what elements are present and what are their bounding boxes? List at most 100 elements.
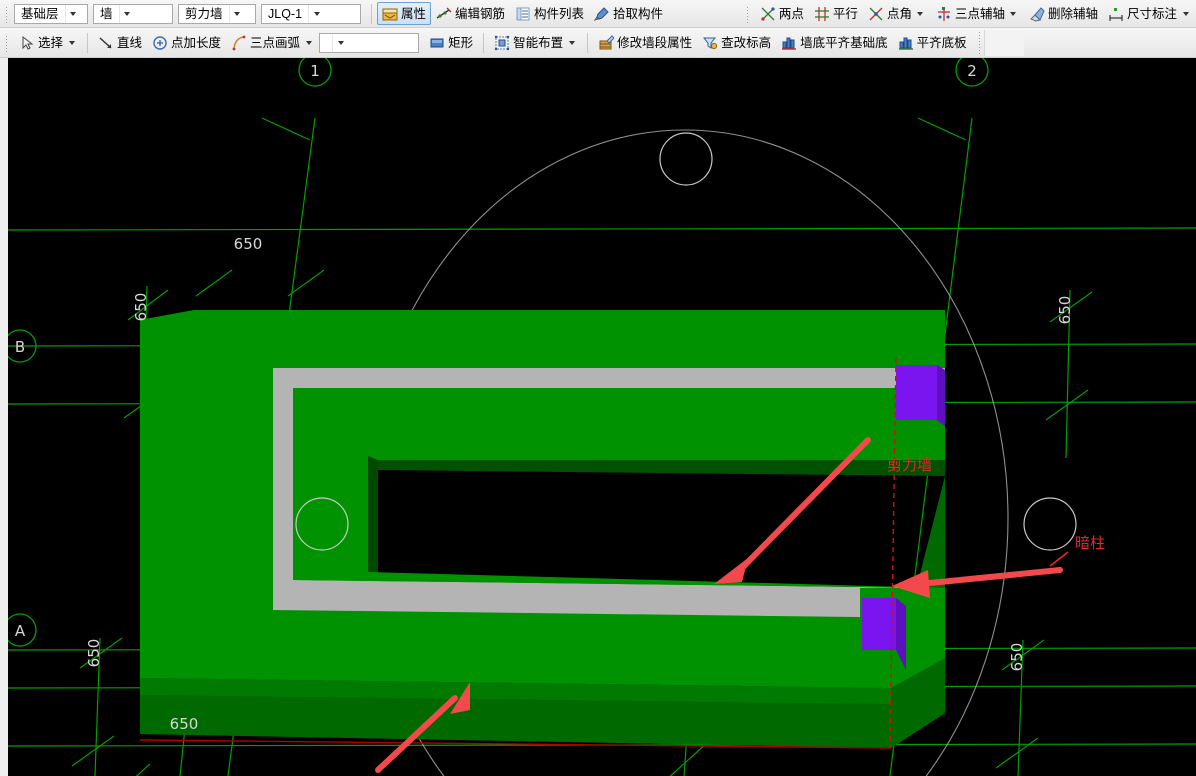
arc-parameter-select[interactable] <box>319 32 420 53</box>
chevron-down-icon[interactable] <box>303 35 314 51</box>
check-elevation-button[interactable]: 查改标高 <box>697 31 776 54</box>
axis-marker-1-label: 1 <box>310 62 320 80</box>
dimension-icon <box>1108 6 1124 22</box>
primary-toolbar: 基础层 墙 剪力墙 JLQ-1 属性 编辑钢筋 构件列表 拾取构件 两点 平行 … <box>0 0 1196 28</box>
check-elevation-label: 查改标高 <box>721 35 772 50</box>
toolbar-divider <box>87 32 89 53</box>
edit-rebar-button[interactable]: 编辑钢筋 <box>431 2 510 25</box>
component-category-select[interactable]: 墙 <box>93 3 173 24</box>
component-type-select[interactable]: 剪力墙 <box>178 3 256 24</box>
toolbar-overflow-grip[interactable] <box>975 31 984 54</box>
wall-base-flush-foundation-button[interactable]: 墙底平齐基础底 <box>776 31 893 54</box>
wall-inner-cavity-side-shade <box>368 456 378 578</box>
parallel-label: 平行 <box>832 6 858 21</box>
add-length-icon <box>152 35 168 51</box>
rebar-icon <box>436 6 452 22</box>
dimension-top-left: 650 <box>234 235 263 253</box>
floor-level-select[interactable]: 基础层 <box>14 3 88 24</box>
two-point-icon <box>760 6 776 22</box>
select-button[interactable]: 选择 <box>14 31 82 54</box>
point-angle-label: 点角 <box>886 6 912 21</box>
annotation-shear-wall: 剪力墙 <box>887 456 932 474</box>
align-slab-icon <box>898 35 914 51</box>
delete-aux-axis-label: 删除辅轴 <box>1047 6 1098 21</box>
properties-button[interactable]: 属性 <box>377 2 432 25</box>
component-list-button[interactable]: 构件列表 <box>510 2 589 25</box>
three-point-arc-label: 三点画弧 <box>250 35 301 50</box>
chevron-down-icon[interactable] <box>64 4 81 23</box>
three-point-aux-axis-label: 三点辅轴 <box>954 6 1005 21</box>
floor-level-value: 基础层 <box>21 6 59 21</box>
hidden-column-upper[interactable] <box>896 365 937 420</box>
edit-wall-segment-properties-label: 修改墙段属性 <box>617 35 693 50</box>
dimension-left-upper: 650 <box>132 293 150 322</box>
chevron-down-icon[interactable] <box>1180 6 1191 22</box>
chevron-down-icon[interactable] <box>1008 6 1019 22</box>
secondary-toolbar: 选择 直线 点加长度 三点画弧 矩形 智能布置 修改墙段属性 查改标高 墙底平齐… <box>0 28 1196 58</box>
three-point-arc-button[interactable]: 三点画弧 <box>226 31 319 54</box>
properties-icon <box>382 6 398 22</box>
dimension-bottom: 650 <box>170 715 199 733</box>
toolbar-grip[interactable] <box>4 33 11 52</box>
dimension-label: 尺寸标注 <box>1126 6 1177 21</box>
toolbar-end-panel <box>983 29 1024 56</box>
chevron-down-icon[interactable] <box>332 33 348 52</box>
edit-wall-segment-properties-button[interactable]: 修改墙段属性 <box>593 31 697 54</box>
hidden-column-upper-side <box>937 365 945 426</box>
point-angle-button[interactable]: 点角 <box>863 2 931 25</box>
axis-marker-A-label: A <box>15 622 26 640</box>
point-angle-icon <box>868 6 884 22</box>
rectangle-label: 矩形 <box>448 35 474 50</box>
three-point-aux-axis-button[interactable]: 三点辅轴 <box>931 2 1024 25</box>
two-point-button[interactable]: 两点 <box>755 2 809 25</box>
chevron-down-icon[interactable] <box>308 4 324 23</box>
axis-toolbar-grip[interactable] <box>744 4 752 23</box>
line-icon <box>98 35 114 51</box>
pick-component-button[interactable]: 拾取构件 <box>589 2 668 25</box>
list-icon <box>515 6 531 22</box>
two-point-label: 两点 <box>778 6 804 21</box>
edit-rebar-label: 编辑钢筋 <box>455 6 506 21</box>
smart-layout-icon <box>494 35 510 51</box>
hidden-column-lower[interactable] <box>862 598 896 650</box>
three-point-axis-icon <box>936 6 952 22</box>
straight-line-label: 直线 <box>117 35 143 50</box>
rectangle-icon <box>429 35 445 51</box>
wall-inner-cavity <box>378 460 945 588</box>
parallel-icon <box>814 6 830 22</box>
chevron-down-icon[interactable] <box>66 35 77 51</box>
canvas-svg: 1 2 B A 650 650 650 650 650 650 剪力墙 暗柱 <box>0 58 1196 776</box>
pick-component-label: 拾取构件 <box>613 6 664 21</box>
wall-base-flush-foundation-label: 墙底平齐基础底 <box>800 35 888 50</box>
annotation-hidden-column: 暗柱 <box>1075 534 1105 552</box>
chevron-down-icon[interactable] <box>566 35 577 51</box>
component-list-label: 构件列表 <box>534 6 585 21</box>
component-type-value: 剪力墙 <box>185 6 223 21</box>
delete-aux-axis-button[interactable]: 删除辅轴 <box>1024 2 1103 25</box>
properties-label: 属性 <box>401 6 427 21</box>
parallel-button[interactable]: 平行 <box>809 2 863 25</box>
flush-floor-slab-label: 平齐底板 <box>916 35 967 50</box>
chevron-down-icon[interactable] <box>118 4 135 23</box>
dimension-right-upper: 650 <box>1056 296 1074 325</box>
component-category-value: 墙 <box>100 6 113 21</box>
arc-icon <box>231 35 247 51</box>
rectangle-button[interactable]: 矩形 <box>424 31 478 54</box>
model-canvas[interactable]: 1 2 B A 650 650 650 650 650 650 剪力墙 暗柱 <box>0 58 1196 776</box>
smart-layout-label: 智能布置 <box>513 35 564 50</box>
flush-floor-slab-button[interactable]: 平齐底板 <box>893 31 972 54</box>
dimension-left-lower: 650 <box>85 639 103 668</box>
component-name-value: JLQ-1 <box>268 6 303 21</box>
chevron-down-icon[interactable] <box>228 4 245 23</box>
axis-marker-2-label: 2 <box>967 62 977 80</box>
smart-layout-button[interactable]: 智能布置 <box>489 31 582 54</box>
toolbar-grip[interactable] <box>4 4 11 23</box>
point-add-length-button[interactable]: 点加长度 <box>147 31 226 54</box>
component-name-select[interactable]: JLQ-1 <box>261 3 361 24</box>
axis-marker-B-label: B <box>15 338 25 356</box>
chevron-down-icon[interactable] <box>915 6 926 22</box>
toolbar-divider <box>371 3 372 24</box>
straight-line-button[interactable]: 直线 <box>93 31 147 54</box>
dimension-button[interactable]: 尺寸标注 <box>1103 2 1196 25</box>
align-base-icon <box>781 35 797 51</box>
